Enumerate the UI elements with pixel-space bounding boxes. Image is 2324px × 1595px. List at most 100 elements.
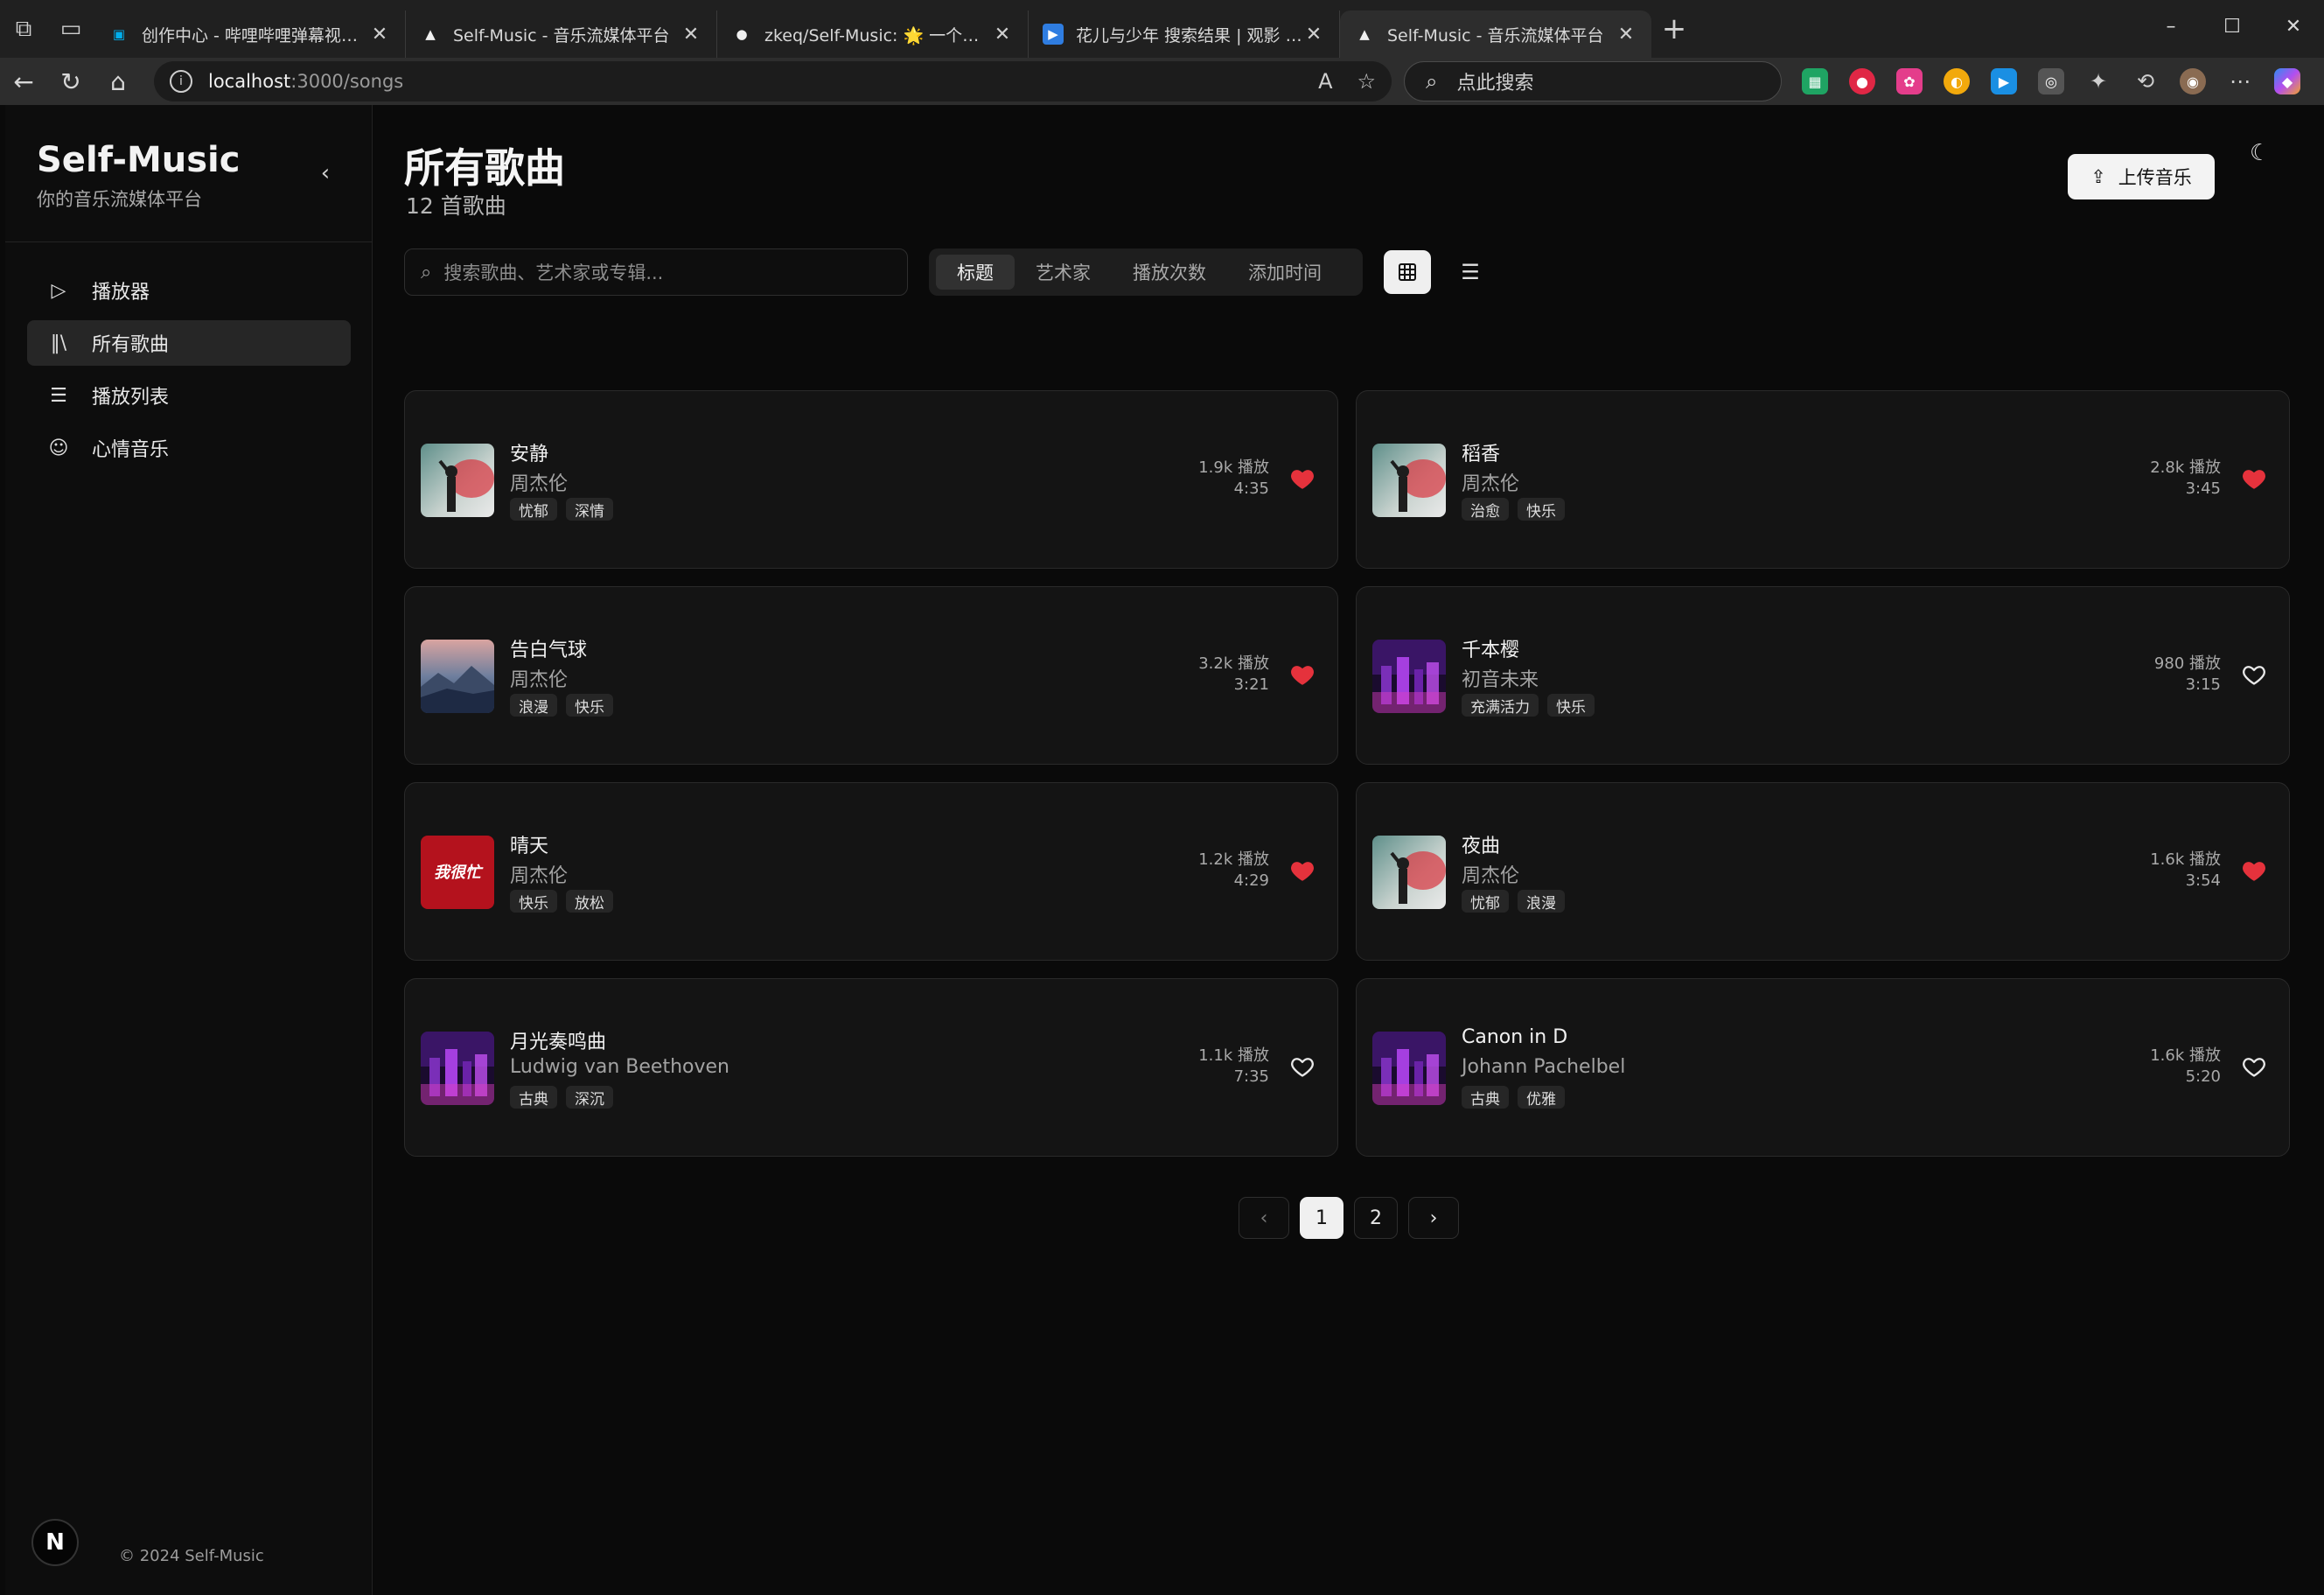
reload-icon[interactable]: ↻	[47, 67, 94, 96]
mood-tag[interactable]: 快乐	[1547, 694, 1595, 717]
home-icon[interactable]: ⌂	[94, 67, 142, 96]
maximize-icon[interactable]: ☐	[2202, 0, 2263, 52]
mood-tag[interactable]: 古典	[1462, 1086, 1509, 1109]
next-page-button[interactable]: ›	[1408, 1197, 1459, 1239]
mood-tag[interactable]: 放松	[566, 890, 613, 913]
close-tab-icon[interactable]: ✕	[1302, 24, 1325, 45]
album-cover[interactable]	[421, 444, 494, 517]
song-card[interactable]: 稻香 周杰伦 治愈 快乐 2.8k 播放 3:45	[1356, 390, 2290, 569]
browser-tab[interactable]: ▲ Self-Music - 音乐流媒体平台 ✕	[406, 10, 717, 58]
extensions-puzzle-icon[interactable]: ✦	[2085, 68, 2111, 94]
song-card[interactable]: 告白气球 周杰伦 浪漫 快乐 3.2k 播放 3:21	[404, 586, 1338, 765]
song-card[interactable]: Canon in D Johann Pachelbel 古典 优雅 1.6k 播放 5:2…	[1356, 978, 2290, 1157]
song-card[interactable]: 千本樱 初音未来 充满活力 快乐 980 播放 3:15	[1356, 586, 2290, 765]
back-icon[interactable]: ←	[0, 67, 47, 96]
upload-music-button[interactable]: ⇪ 上传音乐	[2068, 154, 2215, 199]
favorite-star-icon[interactable]: ☆	[1357, 69, 1376, 94]
extension-icon[interactable]: ▦	[1802, 68, 1828, 94]
close-tab-icon[interactable]: ✕	[1615, 24, 1637, 45]
heart-filled-icon[interactable]	[1290, 466, 1315, 491]
mood-tag[interactable]: 快乐	[510, 890, 557, 913]
url-field[interactable]: i localhost:3000/songs A ☆	[154, 61, 1392, 101]
sidebar-item-1[interactable]: ‖\ 所有歌曲	[27, 320, 351, 366]
heart-filled-icon[interactable]	[1290, 858, 1315, 883]
mood-tag[interactable]: 浪漫	[510, 694, 557, 717]
song-artist[interactable]: Ludwig van Beethoven	[510, 1056, 729, 1078]
list-view-button[interactable]: ☰	[1448, 250, 1492, 294]
song-title[interactable]: 晴天	[510, 830, 548, 858]
page-button[interactable]: 1	[1300, 1197, 1343, 1239]
song-title[interactable]: 安静	[510, 438, 548, 466]
mood-tag[interactable]: 充满活力	[1462, 694, 1539, 717]
user-avatar[interactable]: N	[31, 1519, 79, 1566]
mood-tag[interactable]: 优雅	[1518, 1086, 1565, 1109]
mood-tag[interactable]: 快乐	[1518, 498, 1565, 521]
song-artist[interactable]: Johann Pachelbel	[1462, 1056, 1625, 1078]
browser-tab[interactable]: ▲ Self-Music - 音乐流媒体平台 ✕	[1340, 10, 1651, 58]
tab-actions-icon[interactable]: ▭	[47, 0, 94, 58]
song-card[interactable]: 月光奏鸣曲 Ludwig van Beethoven 古典 深沉 1.1k 播放 7:35	[404, 978, 1338, 1157]
collapse-sidebar-icon[interactable]: ‹	[310, 157, 341, 189]
heart-filled-icon[interactable]	[2242, 858, 2266, 883]
browser-tab[interactable]: ▶ 花儿与少年 搜索结果 | 观影 GYING✕	[1029, 10, 1340, 58]
song-search-input[interactable]: ⌕ 搜索歌曲、艺术家或专辑...	[404, 248, 908, 296]
album-cover[interactable]	[421, 640, 494, 713]
mood-tag[interactable]: 忧郁	[1462, 890, 1509, 913]
album-cover[interactable]	[1372, 1032, 1446, 1105]
extension-icon[interactable]: ●	[1849, 68, 1875, 94]
song-title[interactable]: 月光奏鸣曲	[510, 1026, 606, 1054]
mood-tag[interactable]: 忧郁	[510, 498, 557, 521]
song-title[interactable]: 稻香	[1462, 438, 1500, 466]
song-title[interactable]: Canon in D	[1462, 1026, 1567, 1048]
song-title[interactable]: 千本樱	[1462, 634, 1519, 662]
more-menu-icon[interactable]: ⋯	[2227, 68, 2253, 94]
sidebar-item-0[interactable]: ▷ 播放器	[27, 268, 351, 313]
heart-outline-icon[interactable]	[2242, 662, 2266, 687]
mood-tag[interactable]: 深沉	[566, 1086, 613, 1109]
song-artist[interactable]: 周杰伦	[1462, 860, 1519, 888]
heart-outline-icon[interactable]	[2242, 1054, 2266, 1079]
song-artist[interactable]: 周杰伦	[510, 468, 568, 496]
theme-toggle-moon-icon[interactable]: ☾	[2250, 140, 2270, 166]
history-icon[interactable]: ⟲	[2132, 68, 2159, 94]
mood-tag[interactable]: 浪漫	[1518, 890, 1565, 913]
extension-icon[interactable]: ◎	[2038, 68, 2064, 94]
sort-option[interactable]: 标题	[936, 255, 1015, 290]
song-title[interactable]: 告白气球	[510, 634, 587, 662]
extension-icon[interactable]: ✿	[1896, 68, 1923, 94]
song-card[interactable]: 安静 周杰伦 忧郁 深情 1.9k 播放 4:35	[404, 390, 1338, 569]
close-tab-icon[interactable]: ✕	[680, 24, 702, 45]
heart-outline-icon[interactable]	[1290, 1054, 1315, 1079]
album-cover[interactable]	[421, 1032, 494, 1105]
close-tab-icon[interactable]: ✕	[991, 24, 1014, 45]
site-info-icon[interactable]: i	[170, 70, 192, 93]
copilot-icon[interactable]: ◆	[2274, 68, 2300, 94]
extension-icon[interactable]: ▶	[1991, 68, 2017, 94]
prev-page-button[interactable]: ‹	[1239, 1197, 1289, 1239]
sidebar-item-3[interactable]: ☺ 心情音乐	[27, 425, 351, 471]
sort-option[interactable]: 添加时间	[1227, 255, 1343, 290]
mood-tag[interactable]: 深情	[566, 498, 613, 521]
album-cover[interactable]: 我很忙	[421, 836, 494, 909]
page-button[interactable]: 2	[1354, 1197, 1398, 1239]
sort-option[interactable]: 艺术家	[1015, 255, 1112, 290]
song-title[interactable]: 夜曲	[1462, 830, 1500, 858]
workspaces-icon[interactable]: ⧉	[0, 0, 47, 58]
album-cover[interactable]	[1372, 444, 1446, 517]
extension-icon[interactable]: ◐	[1944, 68, 1970, 94]
grid-view-button[interactable]	[1384, 250, 1431, 294]
song-card[interactable]: 我很忙 晴天 周杰伦 快乐 放松 1.2k 播放 4:29	[404, 782, 1338, 961]
heart-filled-icon[interactable]	[1290, 662, 1315, 687]
close-window-icon[interactable]: ✕	[2263, 0, 2324, 52]
sidebar-item-2[interactable]: ☰ 播放列表	[27, 373, 351, 418]
browser-tab[interactable]: ● zkeq/Self-Music: 🌟 一个现代化的✕	[717, 10, 1029, 58]
album-cover[interactable]	[1372, 640, 1446, 713]
mood-tag[interactable]: 古典	[510, 1086, 557, 1109]
sort-option[interactable]: 播放次数	[1112, 255, 1227, 290]
song-artist[interactable]: 周杰伦	[510, 664, 568, 692]
close-tab-icon[interactable]: ✕	[368, 24, 391, 45]
song-artist[interactable]: 初音未来	[1462, 664, 1539, 692]
heart-filled-icon[interactable]	[2242, 466, 2266, 491]
mood-tag[interactable]: 治愈	[1462, 498, 1509, 521]
browser-tab[interactable]: ▣ 创作中心 - 哔哩哔哩弹幕视频网 - ✕	[94, 10, 406, 58]
